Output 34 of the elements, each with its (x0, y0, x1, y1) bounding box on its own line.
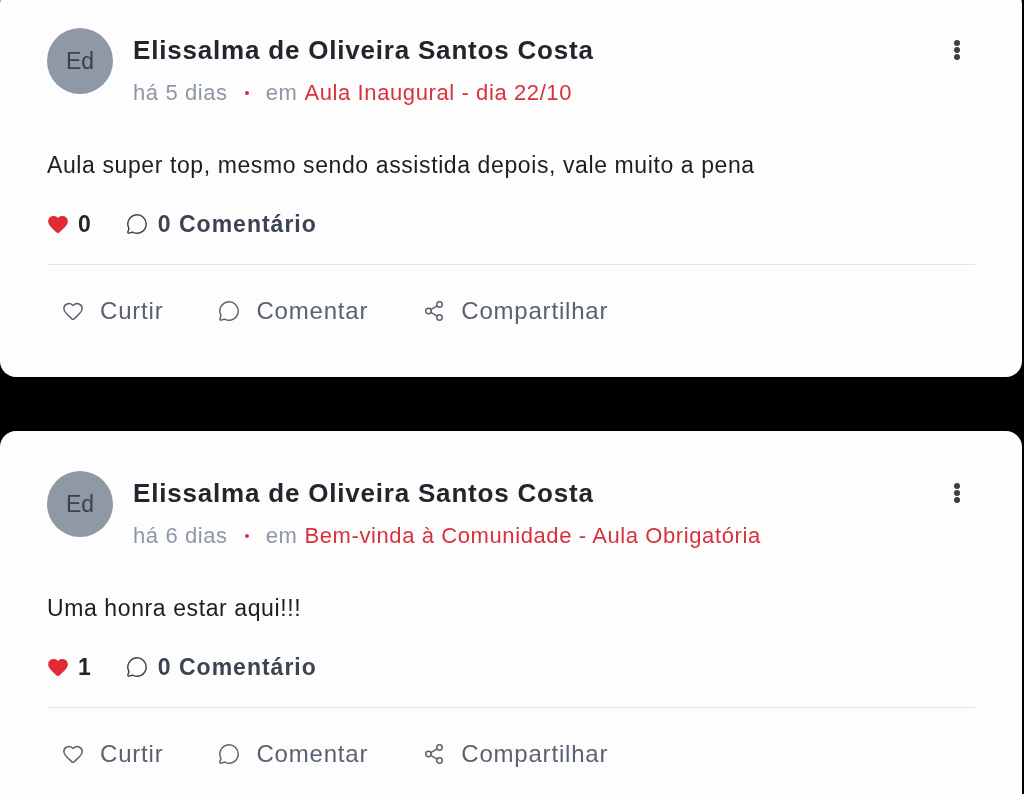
comment-button[interactable]: Comentar (203, 291, 384, 331)
author-name: Elissalma de Oliveira Santos Costa (133, 35, 594, 65)
location-link[interactable]: Bem-vinda à Comunidade - Aula Obrigatória (304, 522, 761, 550)
speech-bubble-icon (218, 300, 241, 322)
like-button[interactable]: Curtir (47, 734, 179, 774)
location-prefix: em (265, 79, 298, 107)
author-name: Elissalma de Oliveira Santos Costa (133, 478, 594, 508)
post-text: Uma honra estar aqui!!! (47, 594, 302, 623)
like-count: 1 (78, 652, 92, 682)
heart-icon (47, 656, 69, 678)
post-time: há 5 dias (133, 79, 228, 107)
avatar: Ed (47, 28, 113, 94)
more-options-button[interactable] (954, 40, 960, 60)
more-options-button[interactable] (954, 483, 960, 503)
like-count: 0 (78, 209, 92, 239)
more-options-icon (954, 483, 960, 503)
speech-bubble-icon (125, 213, 148, 235)
more-options-icon (954, 40, 960, 60)
comment-button[interactable]: Comentar (203, 734, 384, 774)
share-button[interactable]: Compartilhar (408, 291, 624, 331)
location-prefix: em (265, 522, 298, 550)
post-time: há 6 dias (133, 522, 228, 550)
location-link[interactable]: Aula Inaugural - dia 22/10 (304, 79, 573, 107)
heart-icon (47, 213, 69, 235)
comment-count: 0 Comentário (157, 209, 317, 239)
share-icon (423, 743, 446, 765)
speech-bubble-icon (125, 656, 148, 678)
share-button[interactable]: Compartilhar (408, 734, 624, 774)
like-button[interactable]: Curtir (47, 291, 179, 331)
share-icon (423, 300, 446, 322)
avatar: Ed (47, 471, 113, 537)
post-text: Aula super top, mesmo sendo assistida depois, vale muito a pena (47, 151, 755, 180)
speech-bubble-icon (218, 743, 241, 765)
comment-count: 0 Comentário (157, 652, 317, 682)
